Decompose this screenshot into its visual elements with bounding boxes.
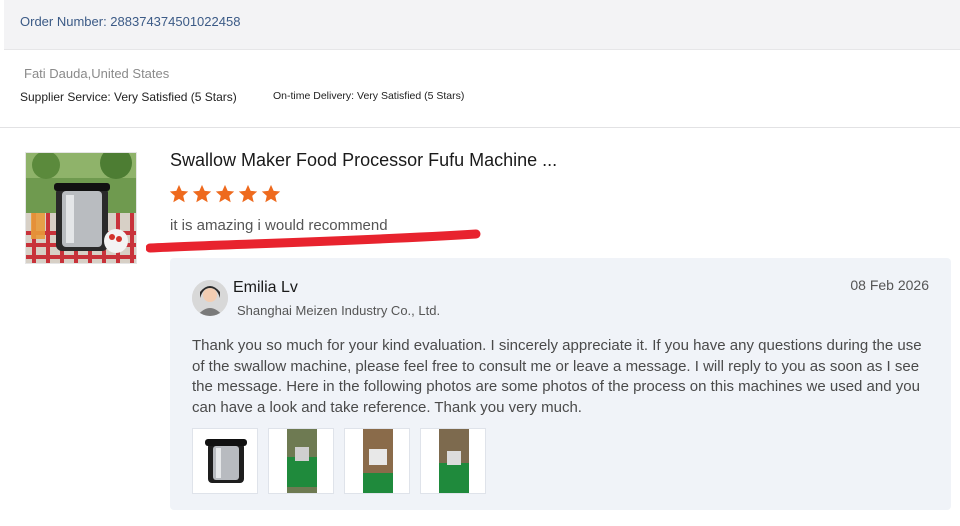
reply-photos [192,428,486,494]
ontime-delivery-rating: On-time Delivery: Very Satisfied (5 Star… [273,90,465,102]
product-image [26,153,136,263]
buyer-name: Fati Dauda,United States [24,66,170,81]
star-rating [168,183,282,209]
reply-date: 08 Feb 2026 [850,277,929,293]
star-icon [238,184,258,203]
reply-text: Thank you so much for your kind evaluati… [192,337,922,416]
order-bar: Order Number: 288374374501022458 [4,0,960,50]
reply-photo[interactable] [344,428,410,494]
star-icon [215,184,235,203]
order-number[interactable]: Order Number: 288374374501022458 [20,14,240,29]
buyer-info: Fati Dauda,United States Supplier Servic… [0,50,960,128]
red-underline-annotation [146,229,481,253]
reply-author-name: Emilia Lv [233,279,298,296]
reply-photo[interactable] [420,428,486,494]
reply-photo[interactable] [268,428,334,494]
reply-company[interactable]: Shanghai Meizen Industry Co., Ltd. [237,303,440,318]
star-icon [261,184,281,203]
avatar [192,280,228,316]
product-thumbnail[interactable] [25,152,137,264]
star-icon [192,184,212,203]
supplier-reply: Emilia Lv Shanghai Meizen Industry Co., … [170,258,951,510]
star-icon [169,184,189,203]
supplier-service-rating: Supplier Service: Very Satisfied (5 Star… [20,90,237,104]
product-title[interactable]: Swallow Maker Food Processor Fufu Machin… [170,150,557,171]
reply-photo[interactable] [192,428,258,494]
